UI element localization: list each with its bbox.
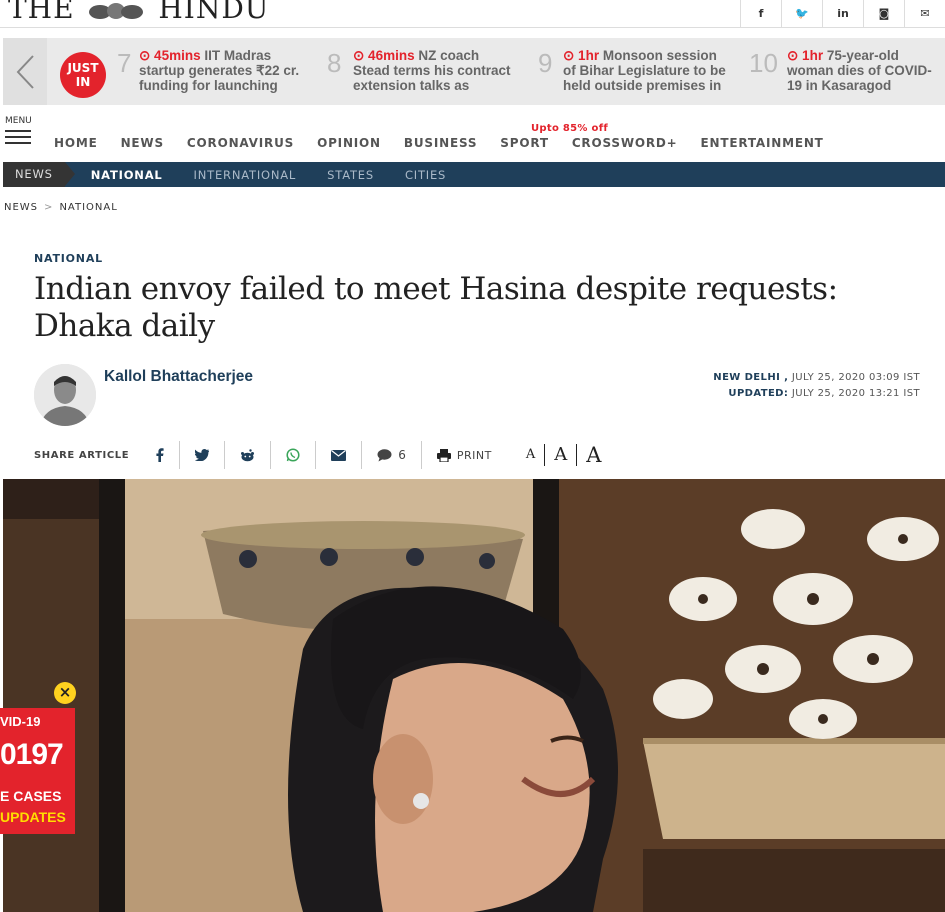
top-bar: THE HINDU f 🐦 in ◙ ✉	[0, 0, 945, 28]
font-size-controls: A A A	[517, 444, 611, 466]
breadcrumb: NEWS > NATIONAL	[4, 202, 118, 213]
logo-text-the: THE	[8, 0, 75, 25]
photo-illustration	[3, 479, 945, 912]
share-facebook-button[interactable]	[141, 441, 179, 469]
subnav-states[interactable]: STATES	[327, 168, 374, 182]
breadcrumb-news[interactable]: NEWS	[4, 202, 38, 213]
print-icon	[436, 448, 451, 462]
breadcrumb-national[interactable]: NATIONAL	[59, 202, 117, 213]
nav-entertainment[interactable]: ENTERTAINMENT	[701, 136, 824, 150]
ticker-item[interactable]: 7 ⊙ 45mins IIT Madras startup generates …	[117, 46, 317, 98]
twitter-icon	[195, 449, 210, 461]
comment-icon	[377, 448, 392, 461]
nav-crossword[interactable]: CROSSWORD+	[572, 136, 678, 150]
covid-widget-title: VID-19	[0, 714, 41, 729]
section-label[interactable]: NATIONAL	[34, 252, 103, 265]
ticker-item[interactable]: 9 ⊙ 1hr Monsoon session of Bihar Legisla…	[538, 46, 738, 98]
share-reddit-button[interactable]	[224, 441, 270, 469]
facebook-icon[interactable]: f	[740, 0, 781, 27]
twitter-icon[interactable]: 🐦	[781, 0, 822, 27]
article-photo	[3, 479, 945, 912]
whatsapp-icon	[286, 448, 300, 462]
hamburger-icon	[5, 130, 35, 144]
share-whatsapp-button[interactable]	[270, 441, 315, 469]
clock-icon: ⊙ 1hr	[787, 48, 824, 63]
published-date: JULY 25, 2020 03:09 IST	[788, 372, 920, 383]
mail-icon[interactable]: ✉	[904, 0, 945, 27]
article-headline: Indian envoy failed to meet Hasina despi…	[34, 271, 838, 344]
subnav-national[interactable]: NATIONAL	[91, 168, 163, 182]
nav-opinion[interactable]: OPINION	[317, 136, 381, 150]
font-size-medium[interactable]: A	[544, 444, 576, 466]
updated-label: UPDATED:	[728, 388, 789, 399]
covid-widget-count: 0197	[0, 738, 64, 771]
subnav-international[interactable]: INTERNATIONAL	[194, 168, 297, 182]
print-label: PRINT	[456, 448, 492, 462]
linkedin-icon[interactable]: in	[822, 0, 863, 27]
nav-home[interactable]: HOME	[54, 136, 98, 150]
share-twitter-button[interactable]	[179, 441, 224, 469]
covid-widget-updates-label: UPDATES	[0, 809, 66, 825]
just-in-badge: JUST IN	[60, 52, 106, 98]
site-logo[interactable]: THE HINDU	[8, 0, 269, 25]
crest-icon	[89, 2, 144, 19]
sub-nav: NEWS NATIONAL INTERNATIONAL STATES CITIE…	[3, 162, 945, 187]
nav-coronavirus[interactable]: CORONAVIRUS	[187, 136, 294, 150]
just-in-ticker: JUST IN 7 ⊙ 45mins IIT Madras startup ge…	[3, 38, 945, 105]
author-name[interactable]: Kallol Bhattacherjee	[104, 368, 253, 386]
nav-sport[interactable]: SPORT	[500, 136, 549, 150]
ticker-item[interactable]: 8 ⊙ 46mins NZ coach Stead terms his cont…	[327, 46, 527, 98]
dateline: NEW DELHI , JULY 25, 2020 03:09 IST UPDA…	[713, 370, 920, 402]
updated-date: JULY 25, 2020 13:21 IST	[788, 388, 920, 399]
share-label: SHARE ARTICLE	[34, 449, 130, 461]
font-size-large[interactable]: A	[576, 444, 610, 466]
dateline-location: NEW DELHI ,	[713, 372, 789, 383]
clock-icon: ⊙ 46mins	[353, 48, 415, 63]
covid-widget[interactable]: VID-19 0197 E CASES UPDATES	[0, 708, 75, 834]
reddit-icon	[241, 448, 255, 461]
mail-icon	[331, 449, 347, 461]
author-avatar[interactable]	[34, 364, 96, 426]
clock-icon: ⊙ 1hr	[563, 48, 600, 63]
clock-icon: ⊙ 45mins	[139, 48, 201, 63]
covid-widget-cases-label: E CASES	[0, 788, 62, 804]
ticker-prev-button[interactable]	[3, 38, 47, 105]
crossword-promo: Upto 85% off	[531, 123, 608, 134]
instagram-icon[interactable]: ◙	[863, 0, 904, 27]
chevron-left-icon	[16, 55, 34, 89]
print-button[interactable]: PRINT	[420, 441, 507, 469]
ticker-item[interactable]: 10 ⊙ 1hr 75-year-old woman dies of COVID…	[749, 46, 945, 98]
covid-widget-close-button[interactable]: ×	[54, 682, 76, 704]
social-links: f 🐦 in ◙ ✉	[740, 0, 945, 27]
author-photo	[34, 364, 96, 426]
main-nav: HOME NEWS CORONAVIRUS OPINION BUSINESS S…	[54, 136, 847, 150]
comments-count: 6	[398, 448, 406, 462]
nav-business[interactable]: BUSINESS	[404, 136, 477, 150]
nav-news[interactable]: NEWS	[121, 136, 164, 150]
facebook-icon	[156, 448, 164, 462]
logo-text-hindu: HINDU	[158, 0, 270, 25]
comments-button[interactable]: 6	[361, 441, 421, 469]
subnav-cities[interactable]: CITIES	[405, 168, 446, 182]
share-email-button[interactable]	[315, 441, 361, 469]
font-size-small[interactable]: A	[517, 444, 544, 466]
menu-button[interactable]: MENU	[5, 116, 35, 144]
share-bar: SHARE ARTICLE 6 PRINT A A A	[34, 440, 610, 470]
subnav-news[interactable]: NEWS	[3, 162, 75, 187]
